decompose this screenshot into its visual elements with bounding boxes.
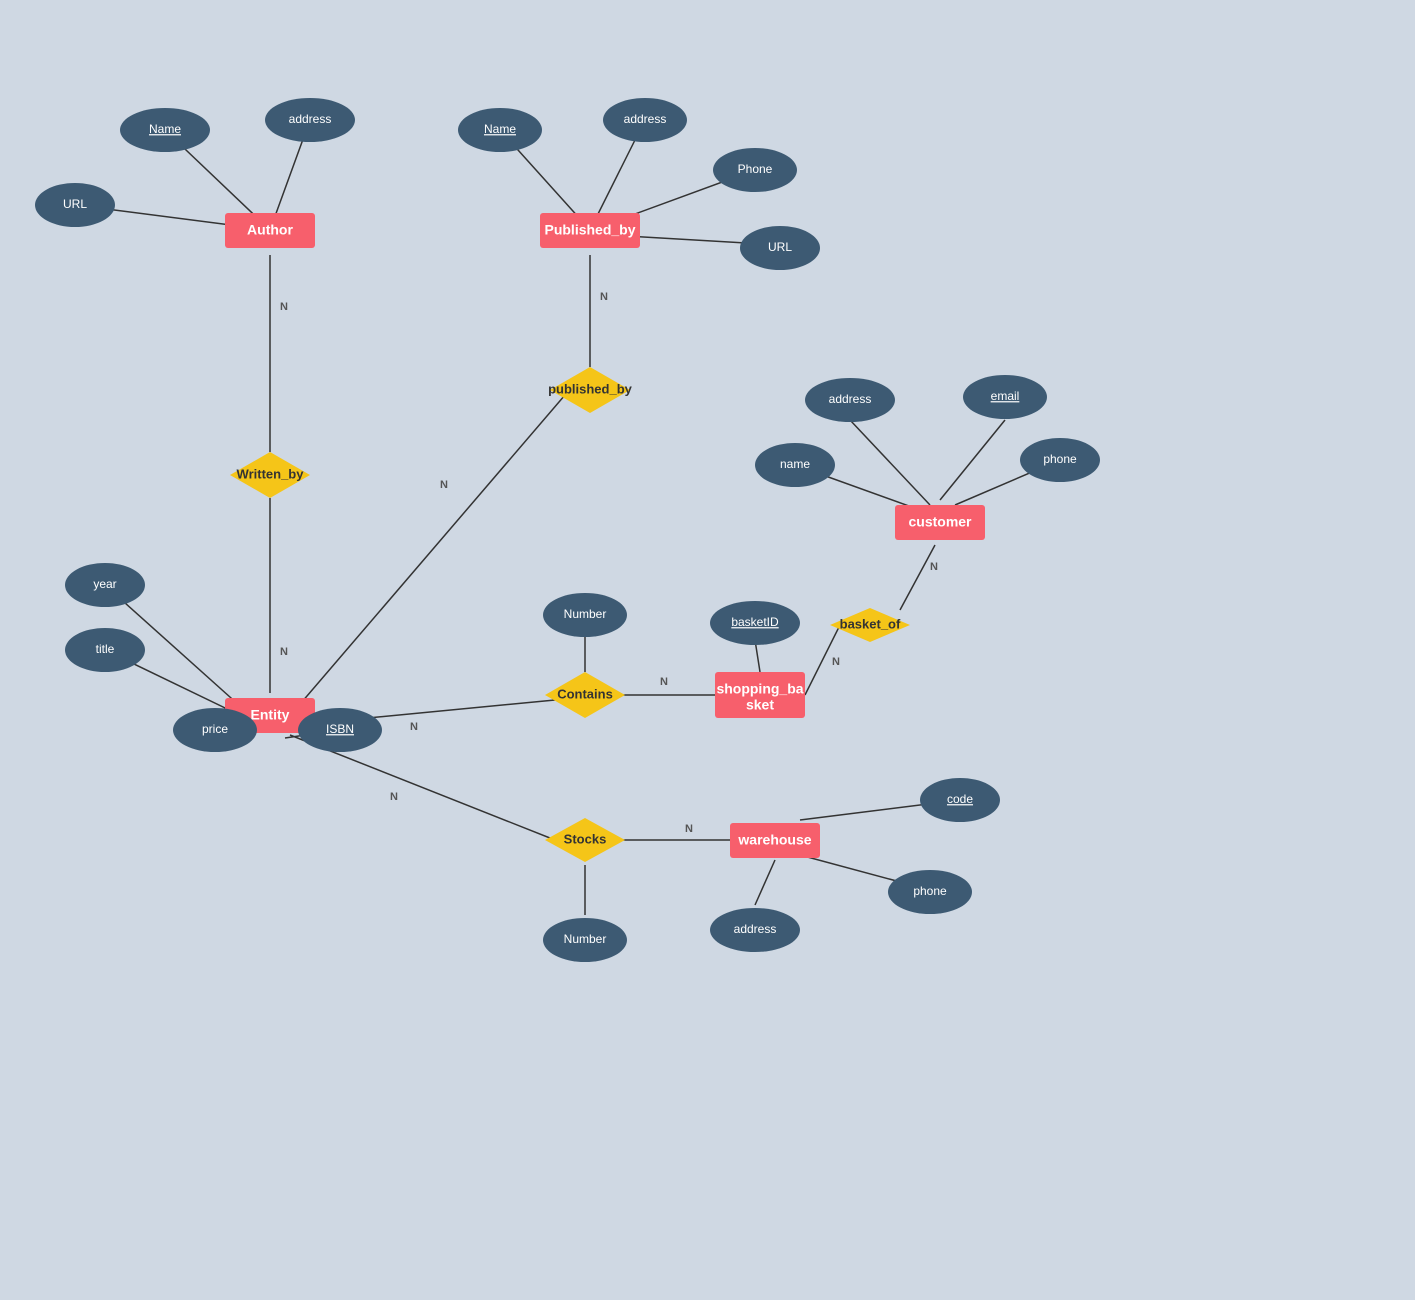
- svg-text:sket: sket: [746, 697, 774, 713]
- attr-customer-phone-label: phone: [1043, 452, 1077, 466]
- attr-author-address-label: address: [289, 112, 332, 126]
- relation-stocks-label: Stocks: [564, 831, 607, 846]
- attr-entity-title-label: title: [96, 642, 115, 656]
- svg-text:N: N: [832, 656, 840, 668]
- entity-author-label: Author: [247, 222, 293, 238]
- relation-written-by-label: Written_by: [237, 466, 305, 481]
- svg-text:N: N: [930, 561, 938, 573]
- attr-contains-number-label: Number: [564, 607, 607, 621]
- attr-pub-address-label: address: [624, 112, 667, 126]
- svg-text:N: N: [390, 791, 398, 803]
- svg-text:N: N: [440, 479, 448, 491]
- entity-customer-label: customer: [908, 514, 972, 530]
- entity-shopping-basket-label: shopping_ba: [716, 681, 803, 697]
- entity-published-by-label: Published_by: [544, 222, 635, 238]
- attr-stocks-number-label: Number: [564, 932, 607, 946]
- er-diagram: N N N N N N N N N N: [0, 0, 1415, 1300]
- attr-author-name-label: Name: [149, 122, 181, 136]
- attr-entity-year-label: year: [93, 577, 116, 591]
- svg-text:N: N: [410, 721, 418, 733]
- attr-author-url-label: URL: [63, 197, 87, 211]
- svg-text:N: N: [660, 676, 668, 688]
- relation-published-by-rel-label: published_by: [548, 381, 633, 396]
- svg-text:N: N: [600, 291, 608, 303]
- svg-text:N: N: [685, 823, 693, 835]
- attr-warehouse-address-label: address: [734, 922, 777, 936]
- attr-customer-name-label: name: [780, 457, 810, 471]
- attr-entity-price-label: price: [202, 722, 228, 736]
- attr-pub-phone-label: Phone: [738, 162, 773, 176]
- attr-pub-url-label: URL: [768, 240, 792, 254]
- attr-pub-name-label: Name: [484, 122, 516, 136]
- relation-contains-label: Contains: [557, 686, 613, 701]
- attr-customer-email-label: email: [991, 389, 1020, 403]
- entity-warehouse-label: warehouse: [737, 832, 811, 848]
- attr-warehouse-code-label: code: [947, 792, 973, 806]
- svg-text:N: N: [280, 646, 288, 658]
- attr-entity-isbn-label: ISBN: [326, 722, 354, 736]
- entity-entity-label: Entity: [251, 707, 290, 723]
- relation-basket-of-label: basket_of: [840, 616, 901, 631]
- attr-basket-id-label: basketID: [731, 615, 779, 629]
- svg-text:N: N: [280, 301, 288, 313]
- attr-customer-address-label: address: [829, 392, 872, 406]
- attr-warehouse-phone-label: phone: [913, 884, 947, 898]
